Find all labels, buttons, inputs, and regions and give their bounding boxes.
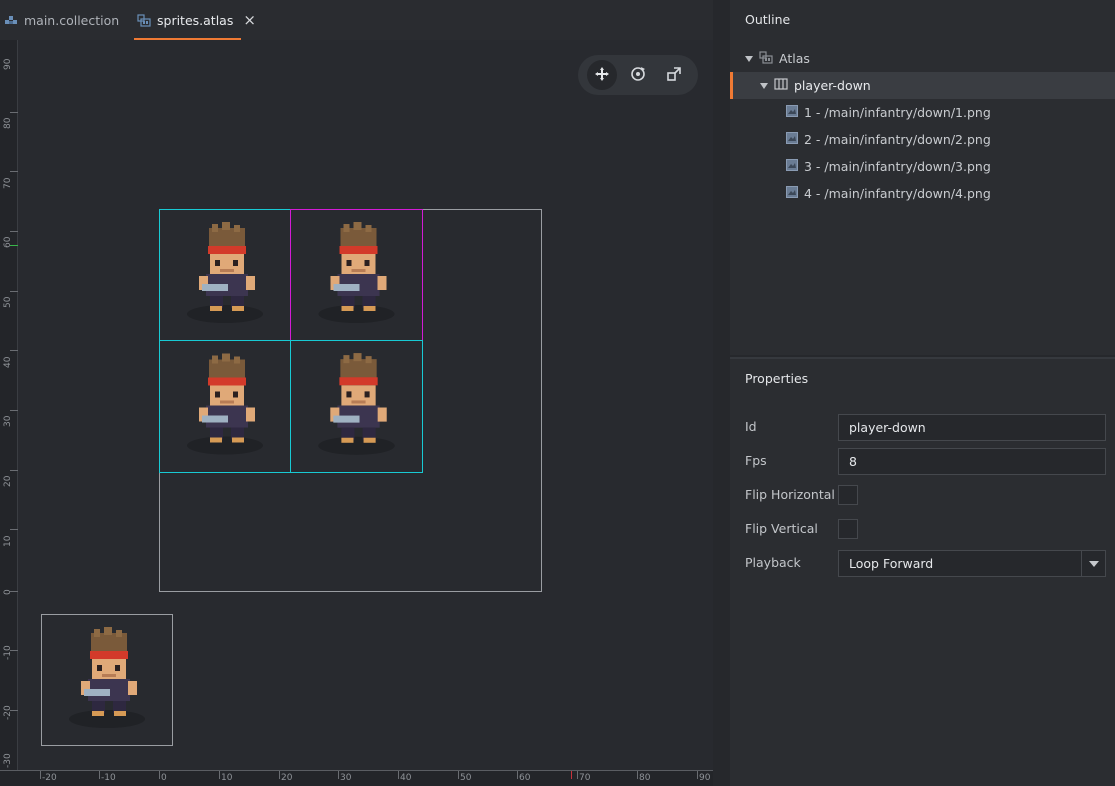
image-icon bbox=[786, 186, 798, 201]
atlas-image-3[interactable] bbox=[159, 340, 291, 473]
atlas-image-1[interactable] bbox=[159, 209, 291, 341]
outline-item-player-down[interactable]: player-down bbox=[730, 72, 1115, 99]
ruler-label: 20 bbox=[281, 773, 293, 783]
animation-preview bbox=[41, 614, 173, 746]
atlas-icon bbox=[759, 50, 773, 67]
flip-horizontal-checkbox[interactable] bbox=[838, 485, 858, 505]
outline-item-image-2[interactable]: 2 - /main/infantry/down/2.png bbox=[730, 126, 1115, 153]
ruler-label: -10 bbox=[101, 773, 116, 783]
move-tool-button[interactable] bbox=[587, 60, 617, 90]
ruler-label: 40 bbox=[400, 773, 412, 783]
soldier-sprite-image bbox=[187, 222, 263, 323]
ruler-label: 60 bbox=[3, 236, 13, 248]
id-label: Id bbox=[745, 419, 757, 434]
playback-select[interactable]: Loop Forward bbox=[838, 550, 1106, 577]
ruler-label: 10 bbox=[221, 773, 233, 783]
ruler-label: 80 bbox=[3, 117, 13, 129]
tab-main-collection[interactable]: main.collection bbox=[4, 0, 119, 40]
flip-horizontal-label: Flip Horizontal bbox=[745, 487, 835, 502]
horizontal-ruler: -20 -10 0 10 20 30 40 50 60 70 80 90 bbox=[0, 770, 713, 786]
outline-item-label: 4 - /main/infantry/down/4.png bbox=[804, 186, 991, 201]
scene-toolbar bbox=[578, 55, 698, 95]
ruler-label: 80 bbox=[639, 773, 651, 783]
outline-item-label: 2 - /main/infantry/down/2.png bbox=[804, 132, 991, 147]
chevron-down-icon[interactable] bbox=[1081, 551, 1105, 576]
scale-icon bbox=[666, 66, 682, 85]
ruler-label: 10 bbox=[3, 535, 13, 547]
image-icon bbox=[786, 159, 798, 174]
properties-panel: Properties Id player-down Fps 8 Flip Hor… bbox=[730, 357, 1115, 786]
collection-icon bbox=[4, 14, 18, 26]
ruler-label: 40 bbox=[3, 356, 13, 368]
playback-value: Loop Forward bbox=[849, 556, 934, 571]
playback-label: Playback bbox=[745, 555, 801, 570]
rotate-tool-button[interactable] bbox=[623, 60, 653, 90]
rotate-icon bbox=[630, 66, 646, 85]
fps-label: Fps bbox=[745, 453, 767, 468]
move-icon bbox=[594, 66, 610, 85]
ruler-label: -20 bbox=[3, 705, 13, 720]
outline-item-label: 3 - /main/infantry/down/3.png bbox=[804, 159, 991, 174]
image-icon bbox=[786, 132, 798, 147]
outline-item-label: player-down bbox=[794, 78, 871, 93]
ruler-label: 70 bbox=[3, 177, 13, 189]
chevron-down-icon[interactable] bbox=[760, 82, 768, 89]
tab-label: sprites.atlas bbox=[157, 12, 234, 28]
ruler-label: -30 bbox=[3, 753, 13, 768]
tab-label: main.collection bbox=[24, 12, 120, 28]
atlas-image-2[interactable] bbox=[290, 209, 423, 341]
atlas-icon bbox=[137, 13, 151, 27]
outline-item-image-4[interactable]: 4 - /main/infantry/down/4.png bbox=[730, 180, 1115, 207]
flip-vertical-label: Flip Vertical bbox=[745, 521, 818, 536]
close-icon[interactable]: × bbox=[243, 11, 256, 29]
flip-vertical-checkbox[interactable] bbox=[838, 519, 858, 539]
splitter[interactable] bbox=[713, 0, 730, 786]
scene-view[interactable]: 90 80 70 60 50 40 30 20 10 0 -10 -20 -30… bbox=[0, 40, 713, 786]
ruler-label: -10 bbox=[3, 645, 13, 660]
soldier-sprite-image bbox=[318, 222, 395, 323]
ruler-label: 50 bbox=[3, 296, 13, 308]
vertical-ruler: 90 80 70 60 50 40 30 20 10 0 -10 -20 -30 bbox=[0, 40, 18, 770]
ruler-label: 30 bbox=[340, 773, 352, 783]
outline-item-image-3[interactable]: 3 - /main/infantry/down/3.png bbox=[730, 153, 1115, 180]
animation-icon bbox=[774, 78, 788, 93]
chevron-down-icon[interactable] bbox=[745, 55, 753, 62]
ruler-label: 50 bbox=[460, 773, 472, 783]
ruler-label: 0 bbox=[161, 773, 167, 783]
outline-item-label: Atlas bbox=[779, 51, 810, 66]
ruler-label: -20 bbox=[42, 773, 57, 783]
tab-bar: main.collection sprites.atlas × bbox=[0, 0, 713, 40]
ruler-label: 30 bbox=[3, 415, 13, 427]
ruler-label: 70 bbox=[579, 773, 591, 783]
ruler-label: 90 bbox=[699, 773, 711, 783]
soldier-sprite-image bbox=[69, 627, 145, 728]
fps-field[interactable]: 8 bbox=[838, 448, 1106, 475]
outline-item-image-1[interactable]: 1 - /main/infantry/down/1.png bbox=[730, 99, 1115, 126]
image-icon bbox=[786, 105, 798, 120]
ruler-label: 20 bbox=[3, 475, 13, 487]
id-field[interactable]: player-down bbox=[838, 414, 1106, 441]
soldier-sprite-image bbox=[187, 353, 263, 455]
outline-panel: Outline Atlas player-down 1 - /main/infa… bbox=[730, 0, 1115, 355]
atlas-image-4[interactable] bbox=[290, 340, 423, 473]
scale-tool-button[interactable] bbox=[659, 60, 689, 90]
outline-item-atlas[interactable]: Atlas bbox=[730, 45, 1115, 72]
ruler-label: 90 bbox=[3, 58, 13, 70]
properties-title: Properties bbox=[745, 371, 809, 386]
ruler-label: 60 bbox=[519, 773, 531, 783]
soldier-sprite-image bbox=[318, 353, 395, 455]
outline-item-label: 1 - /main/infantry/down/1.png bbox=[804, 105, 991, 120]
tab-sprites-atlas[interactable]: sprites.atlas × bbox=[134, 0, 256, 40]
outline-title: Outline bbox=[745, 12, 791, 27]
